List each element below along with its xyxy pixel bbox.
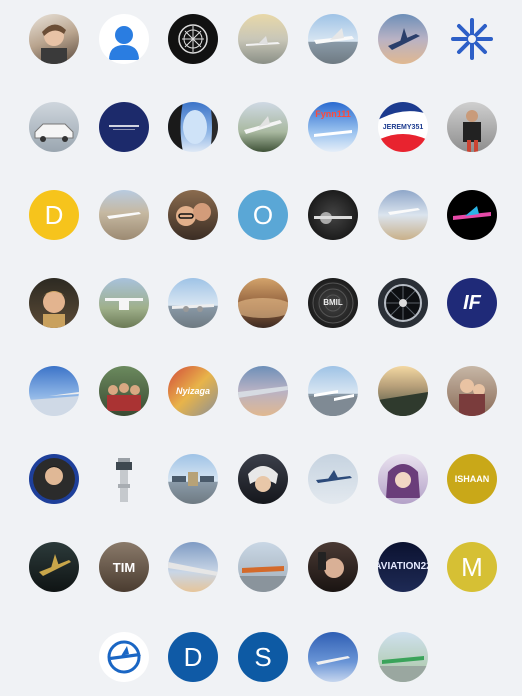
avatar-engine[interactable] <box>378 278 428 328</box>
avatar-satellite[interactable] <box>168 454 218 504</box>
avatar-letter: S <box>254 642 272 672</box>
avatar-fynn[interactable]: Fynn111 <box>308 102 358 152</box>
avatar-orange-plane[interactable] <box>238 542 288 592</box>
avatar-wing-sunset[interactable] <box>238 366 288 416</box>
avatar-family-photo[interactable] <box>447 366 497 416</box>
avatar-control-tower[interactable] <box>99 454 149 504</box>
fynn-label: Fynn111 <box>315 109 351 119</box>
avatar-plane-tarmac[interactable] <box>308 14 358 64</box>
default-user-icon <box>109 26 139 60</box>
avatar-anime-girl[interactable] <box>378 454 428 504</box>
avatar-person-street[interactable] <box>447 102 497 152</box>
avatar-letter: O <box>252 200 274 230</box>
avatar-bmil[interactable]: BMIL <box>308 278 358 328</box>
avatar-green-plane[interactable] <box>378 632 428 682</box>
avatar-rebel-emblem[interactable] <box>168 14 218 64</box>
avatar-colorful-jet[interactable] <box>447 190 497 240</box>
avatar-kid-portrait[interactable] <box>29 278 79 328</box>
jeremy-label: JEREMY351 <box>382 123 424 131</box>
avatar-ishaan[interactable]: ISHAAN <box>447 454 497 504</box>
avatar-dark-jet[interactable] <box>29 542 79 592</box>
avatar-default-user[interactable] <box>99 14 149 64</box>
avatar-1[interactable] <box>29 14 79 64</box>
avatar-nyizaga[interactable]: Nyizaga <box>168 366 218 416</box>
asterisk-logo-icon <box>451 18 493 60</box>
avatar-group-photo[interactable] <box>99 366 149 416</box>
avatar-letter: M <box>461 552 483 582</box>
avatar-grid: Fynn111 JEREMY351 D O BMIL IF Nyizaga IS… <box>0 0 522 696</box>
avatar-d-yellow[interactable]: D <box>29 190 79 240</box>
avatar-plane-desert[interactable] <box>99 190 149 240</box>
avatar-jet-front[interactable] <box>308 190 358 240</box>
avatar-two-people[interactable] <box>168 190 218 240</box>
avatar-plane-runway[interactable] <box>238 14 288 64</box>
avatar-plane-blue-sky[interactable] <box>308 632 358 682</box>
aviation22-label: AVIATION22 <box>378 561 428 572</box>
avatar-jet-sky[interactable] <box>378 14 428 64</box>
bmil-label: BMIL <box>323 298 343 307</box>
avatar-tim[interactable]: TIM <box>99 542 149 592</box>
avatar-s-navy[interactable]: S <box>238 632 288 682</box>
avatar-gate-planes[interactable] <box>308 366 358 416</box>
avatar-plane-front-runway[interactable] <box>168 278 218 328</box>
nyizaga-label: Nyizaga <box>175 385 210 396</box>
avatar-jeremy[interactable]: JEREMY351 <box>378 102 428 152</box>
tim-label: TIM <box>112 559 136 575</box>
avatar-m-yellow[interactable]: M <box>447 542 497 592</box>
avatar-if-logo[interactable]: IF <box>447 278 497 328</box>
avatar-letter: D <box>44 200 64 230</box>
if-logo-label: IF <box>463 292 481 314</box>
avatar-d-navy[interactable]: D <box>168 632 218 682</box>
avatar-window-view[interactable] <box>168 102 218 152</box>
avatar-cessna[interactable] <box>99 278 149 328</box>
avatar-man-portrait[interactable] <box>29 454 79 504</box>
avatar-aviation22[interactable]: AVIATION22 <box>378 542 428 592</box>
avatar-jet-grey-sky[interactable] <box>308 454 358 504</box>
avatar-anime-character[interactable] <box>238 454 288 504</box>
avatar-selfie[interactable] <box>308 542 358 592</box>
avatar-plane-forest[interactable] <box>238 102 288 152</box>
avatar-asterisk-logo[interactable] <box>447 14 497 64</box>
avatar-wing-clouds[interactable] <box>168 542 218 592</box>
avatar-vintage-car[interactable] <box>29 102 79 152</box>
avatar-letter: D <box>183 642 203 672</box>
ishaan-label: ISHAAN <box>454 473 490 484</box>
avatar-wing-view[interactable] <box>29 366 79 416</box>
avatar-o-blue[interactable]: O <box>238 190 288 240</box>
avatar-airfrance-club[interactable] <box>99 102 149 152</box>
rebel-emblem-icon <box>178 24 208 54</box>
avatar-aviation-logo[interactable] <box>99 632 149 682</box>
avatar-sunset-clouds[interactable] <box>238 278 288 328</box>
avatar-golden-hour[interactable] <box>378 366 428 416</box>
avatar-plane-mountains[interactable] <box>378 190 428 240</box>
